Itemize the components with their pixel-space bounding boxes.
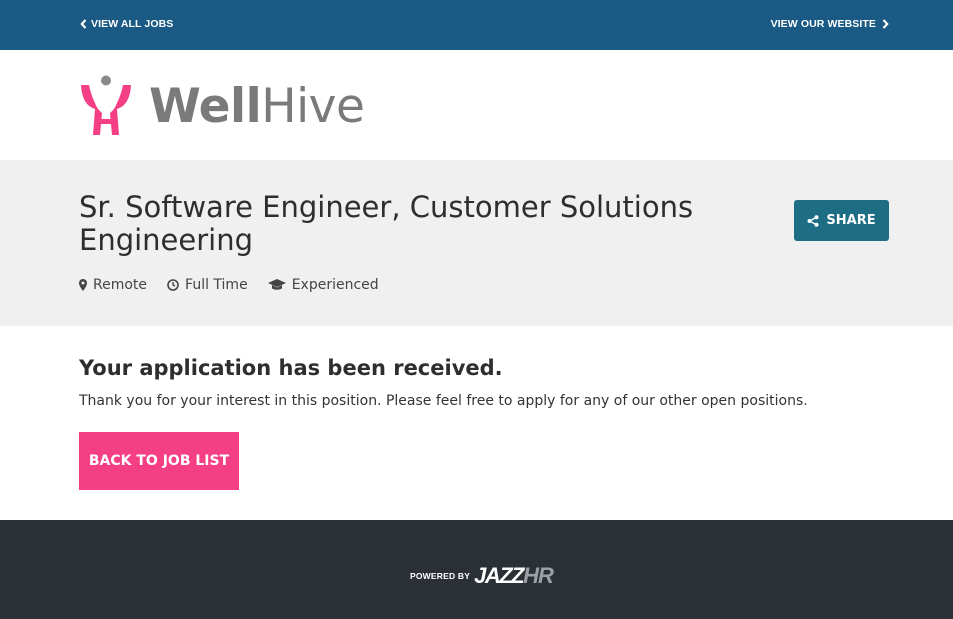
job-location: Remote xyxy=(79,277,147,293)
logo-word-hive: Hive xyxy=(261,78,365,134)
job-type-label: Full Time xyxy=(185,277,248,293)
jazz-brand-text: JAZZ xyxy=(474,563,525,588)
top-nav-bar: VIEW ALL JOBS VIEW OUR WEBSITE xyxy=(0,0,953,50)
share-button[interactable]: SHARE xyxy=(794,200,889,241)
view-all-jobs-link[interactable]: VIEW ALL JOBS xyxy=(80,18,173,30)
company-logo[interactable]: WellHive xyxy=(79,75,365,137)
job-type: Full Time xyxy=(167,277,248,293)
share-label: SHARE xyxy=(826,213,876,228)
graduation-cap-icon xyxy=(267,279,286,290)
powered-by-label: POWERED BY xyxy=(410,571,471,581)
job-level: Experienced xyxy=(267,277,379,293)
job-level-label: Experienced xyxy=(291,277,379,293)
job-meta: Remote Full Time Experienced xyxy=(79,277,399,293)
map-marker-icon xyxy=(79,279,87,291)
powered-by-jazzhr[interactable]: POWERED BY JAZZ HR xyxy=(410,563,554,589)
hr-brand-text: HR xyxy=(523,563,554,588)
view-our-website-link[interactable]: VIEW OUR WEBSITE xyxy=(771,18,889,30)
chevron-left-icon xyxy=(80,19,87,29)
confirmation-heading: Your application has been received. xyxy=(79,356,503,380)
company-name: WellHive xyxy=(149,83,365,130)
view-all-jobs-label: VIEW ALL JOBS xyxy=(91,18,174,30)
confirmation-message: Thank you for your interest in this posi… xyxy=(79,393,808,409)
view-our-website-label: VIEW OUR WEBSITE xyxy=(770,18,876,30)
clock-icon xyxy=(167,279,179,291)
job-location-label: Remote xyxy=(93,277,148,293)
wellhive-logo-icon xyxy=(81,75,131,135)
chevron-right-icon xyxy=(882,19,889,29)
back-to-job-list-button[interactable]: BACK TO JOB LIST xyxy=(79,432,239,490)
logo-word-well: Well xyxy=(149,78,262,134)
job-title: Sr. Software Engineer, Customer Solution… xyxy=(79,190,694,257)
share-icon xyxy=(807,214,819,227)
